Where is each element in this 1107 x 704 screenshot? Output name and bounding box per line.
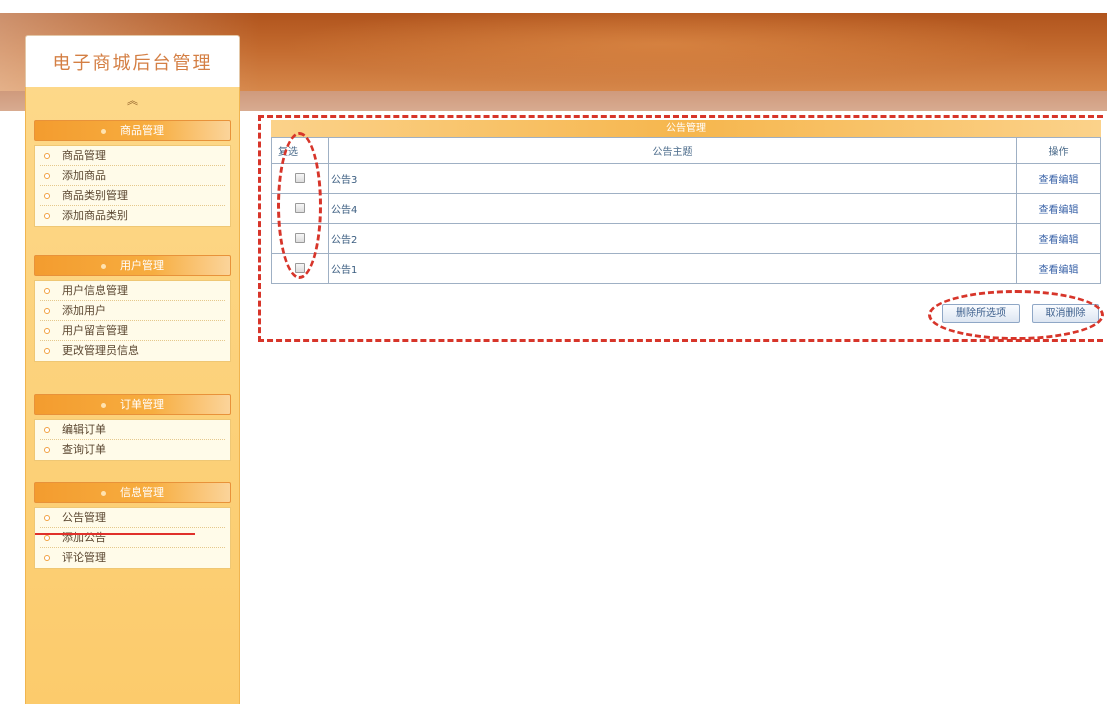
notice-subject: 公告1	[328, 253, 1017, 284]
app-title: 电子商城后台管理	[52, 52, 213, 74]
view-edit-link[interactable]: 查看编辑	[1016, 223, 1101, 254]
section-title: 商品管理	[120, 124, 164, 137]
sidebar-item-goods-management[interactable]: 商品管理	[40, 146, 225, 166]
table-row: 公告4 查看编辑	[271, 193, 1101, 224]
table-row: 公告2 查看编辑	[271, 223, 1101, 254]
bullet-icon	[44, 193, 50, 199]
bullet-icon	[44, 348, 50, 354]
sidebar-section-info-items: 公告管理 添加公告 评论管理	[34, 507, 231, 569]
notice-table: 复选 公告主题 操作 公告3 查看编辑 公告4 查看编辑 公告2 查看编辑 公告…	[271, 137, 1101, 284]
column-header-subject: 公告主题	[328, 137, 1017, 164]
bullet-icon	[44, 535, 50, 541]
sidebar-item-query-orders[interactable]: 查询订单	[40, 440, 225, 460]
banner-glow	[250, 13, 1107, 91]
table-title: 公告管理	[271, 120, 1101, 137]
sidebar-item-change-admin-info[interactable]: 更改管理员信息	[40, 341, 225, 361]
sidebar-section-goods[interactable]: 商品管理	[34, 120, 231, 141]
sidebar-item-label: 公告管理	[62, 511, 106, 524]
sidebar-item-add-user[interactable]: 添加用户	[40, 301, 225, 321]
section-dot-icon	[101, 402, 106, 408]
sidebar-item-user-message-management[interactable]: 用户留言管理	[40, 321, 225, 341]
view-edit-link[interactable]: 查看编辑	[1016, 253, 1101, 284]
table-header-row: 复选 公告主题 操作	[271, 137, 1101, 164]
column-header-operation: 操作	[1016, 137, 1101, 164]
sidebar-item-comment-management[interactable]: 评论管理	[40, 548, 225, 568]
notice-subject: 公告4	[328, 193, 1017, 224]
sidebar-item-label: 更改管理员信息	[62, 344, 139, 357]
section-dot-icon	[101, 263, 106, 269]
sidebar-section-orders-items: 编辑订单 查询订单	[34, 419, 231, 461]
sidebar-item-label: 查询订单	[62, 443, 106, 456]
sidebar-item-label: 添加商品	[62, 169, 106, 182]
collapse-sidebar-icon[interactable]: ︽	[26, 95, 239, 107]
checkbox-column-annotation	[277, 132, 322, 279]
sidebar-section-goods-items: 商品管理 添加商品 商品类别管理 添加商品类别	[34, 145, 231, 227]
sidebar-item-label: 用户信息管理	[62, 284, 128, 297]
sidebar-item-label: 用户留言管理	[62, 324, 128, 337]
bullet-icon	[44, 328, 50, 334]
sidebar-item-add-goods[interactable]: 添加商品	[40, 166, 225, 186]
sidebar-item-add-notice[interactable]: 添加公告	[40, 528, 225, 548]
buttons-annotation	[928, 290, 1104, 340]
sidebar-item-goods-category-management[interactable]: 商品类别管理	[40, 186, 225, 206]
bullet-icon	[44, 555, 50, 561]
sidebar-item-user-info-management[interactable]: 用户信息管理	[40, 281, 225, 301]
bullet-icon	[44, 288, 50, 294]
sidebar-item-edit-orders[interactable]: 编辑订单	[40, 420, 225, 440]
table-row: 公告3 查看编辑	[271, 163, 1101, 194]
sidebar: ︽ 商品管理 商品管理 添加商品 商品类别管理 添加商品类别 用户管理 用户信息…	[25, 87, 240, 704]
bullet-icon	[44, 213, 50, 219]
sidebar-item-label: 添加用户	[62, 304, 106, 317]
sidebar-item-label: 商品管理	[62, 149, 106, 162]
bullet-icon	[44, 308, 50, 314]
bullet-icon	[44, 173, 50, 179]
sidebar-section-info[interactable]: 信息管理	[34, 482, 231, 503]
section-title: 订单管理	[120, 398, 164, 411]
sidebar-section-orders[interactable]: 订单管理	[34, 394, 231, 415]
section-title: 用户管理	[120, 259, 164, 272]
sidebar-section-users-items: 用户信息管理 添加用户 用户留言管理 更改管理员信息	[34, 280, 231, 362]
bullet-icon	[44, 515, 50, 521]
notice-subject: 公告3	[328, 163, 1017, 194]
active-item-underline	[35, 533, 195, 535]
notice-subject: 公告2	[328, 223, 1017, 254]
sidebar-item-label: 添加商品类别	[62, 209, 128, 222]
sidebar-item-add-goods-category[interactable]: 添加商品类别	[40, 206, 225, 226]
view-edit-link[interactable]: 查看编辑	[1016, 163, 1101, 194]
section-dot-icon	[101, 490, 106, 496]
sidebar-item-notice-management[interactable]: 公告管理	[40, 508, 225, 528]
section-title: 信息管理	[120, 486, 164, 499]
bullet-icon	[44, 447, 50, 453]
sidebar-item-label: 商品类别管理	[62, 189, 128, 202]
logo: 电子商城后台管理	[25, 35, 240, 87]
bullet-icon	[44, 427, 50, 433]
sidebar-item-label: 评论管理	[62, 551, 106, 564]
section-dot-icon	[101, 128, 106, 134]
sidebar-section-users[interactable]: 用户管理	[34, 255, 231, 276]
sidebar-item-label: 编辑订单	[62, 423, 106, 436]
bullet-icon	[44, 153, 50, 159]
table-row: 公告1 查看编辑	[271, 253, 1101, 284]
view-edit-link[interactable]: 查看编辑	[1016, 193, 1101, 224]
